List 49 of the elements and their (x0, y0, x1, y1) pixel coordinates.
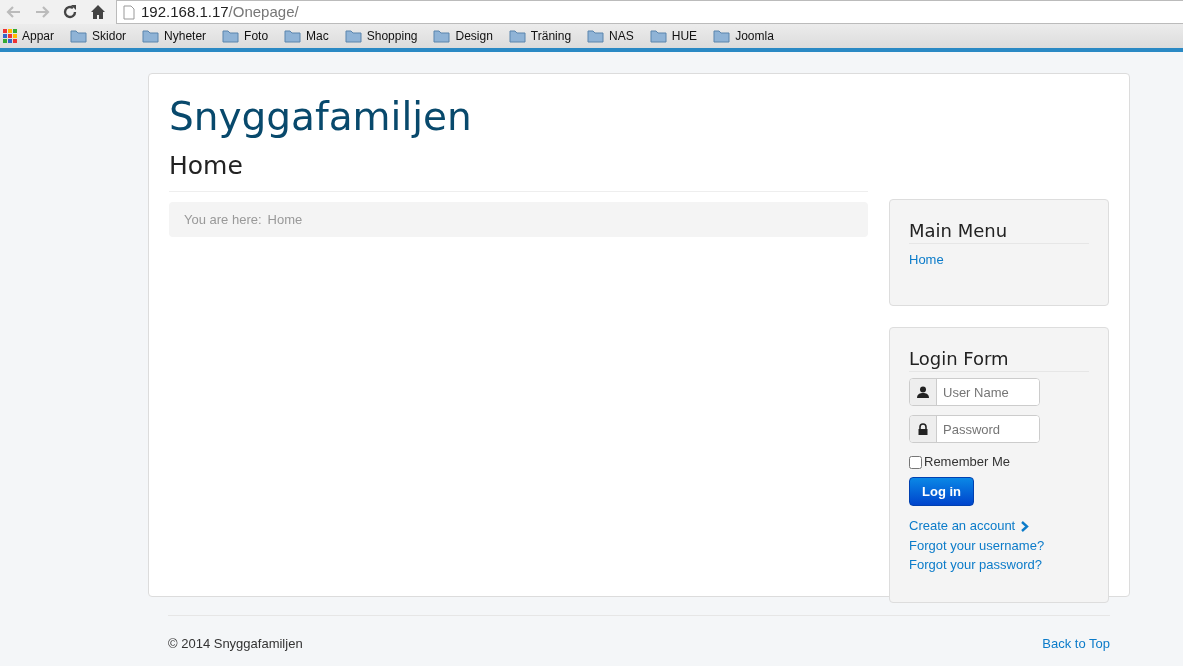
panel-title: Main Menu (909, 219, 1089, 245)
page-icon (123, 4, 135, 20)
menu-link[interactable]: Home (909, 250, 1089, 270)
back-to-top-link[interactable]: Back to Top (1042, 634, 1110, 654)
breadcrumb-label: You are here: (184, 210, 262, 229)
account-link[interactable]: Create an account (909, 516, 1030, 536)
folder-icon (433, 29, 451, 43)
remember-checkbox[interactable] (909, 455, 922, 469)
site-title: Snyggafamiljen (169, 94, 473, 141)
forward-icon (34, 4, 50, 20)
username-field[interactable]: User Name (909, 378, 1040, 407)
breadcrumb-item: Home (267, 210, 303, 229)
folder-icon (649, 29, 667, 43)
folder-icon (284, 29, 302, 43)
home-icon (90, 4, 106, 20)
back-icon (6, 4, 22, 20)
bookmark[interactable]: Joomla (713, 27, 774, 45)
remember-label: Remember Me (924, 453, 1010, 472)
bookmark[interactable]: Mac (284, 27, 329, 45)
folder-icon (344, 29, 362, 43)
bookmark[interactable]: HUE (649, 27, 698, 45)
reload-icon (62, 4, 78, 20)
bookmark[interactable]: Appar (3, 27, 55, 45)
bookmark[interactable]: Design (433, 27, 493, 45)
password-field[interactable]: Password (909, 415, 1040, 444)
url-text: 192.168.1.17/Onepage/ (141, 1, 299, 22)
page-heading: Home (169, 150, 868, 192)
lock-icon (917, 423, 929, 436)
folder-icon (222, 29, 240, 43)
account-link[interactable]: Forgot your password? (909, 555, 1042, 575)
panel-title: Login Form (909, 347, 1089, 373)
folder-icon (142, 29, 160, 43)
address-bar[interactable]: 192.168.1.17/Onepage/ (116, 0, 1183, 24)
folder-icon (587, 29, 605, 43)
folder-icon (70, 29, 88, 43)
apps-grid-icon (3, 29, 17, 43)
copyright-text: © 2014 Snyggafamiljen (168, 635, 303, 653)
user-icon (917, 386, 929, 399)
bookmark[interactable]: NAS (587, 27, 634, 45)
bookmark[interactable]: Foto (222, 27, 269, 45)
bookmark[interactable]: Skidor (70, 27, 127, 45)
bookmark[interactable]: Shopping (344, 27, 418, 45)
folder-icon (508, 29, 526, 43)
login-button[interactable]: Log in (909, 476, 974, 507)
bookmark[interactable]: Nyheter (142, 27, 207, 45)
chevron-right-icon (1021, 520, 1030, 532)
folder-icon (713, 29, 731, 43)
bookmark[interactable]: Träning (508, 27, 572, 45)
account-link[interactable]: Forgot your username? (909, 535, 1045, 556)
